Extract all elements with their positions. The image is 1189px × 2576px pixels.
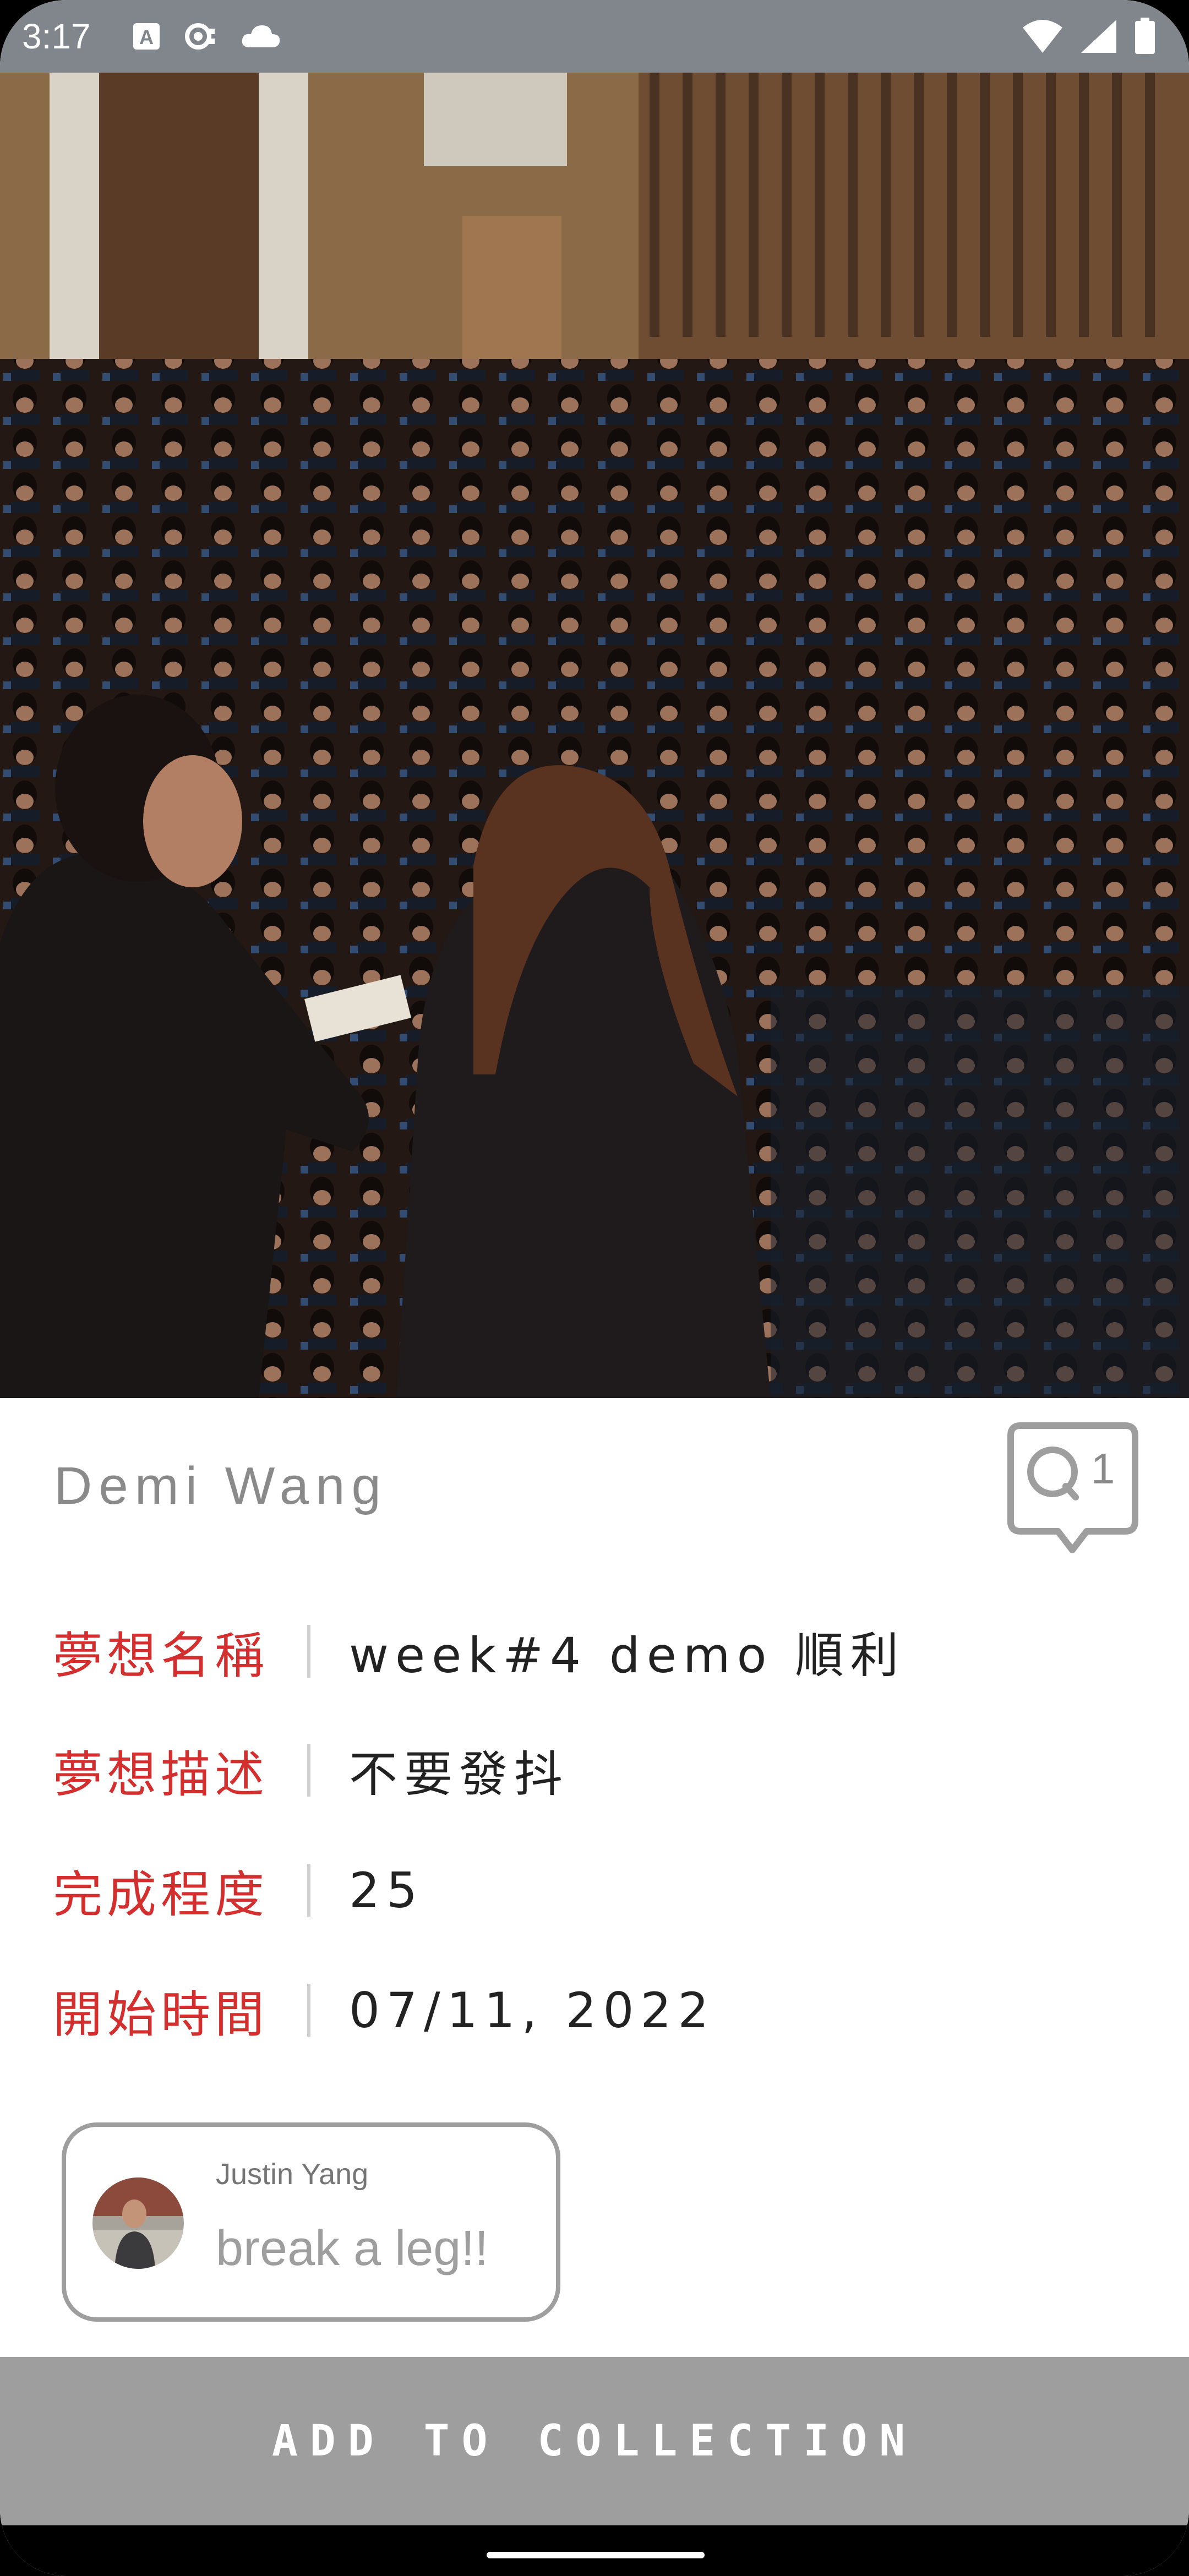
field-row-description: 夢想描述 不要發抖: [53, 1732, 569, 1809]
field-value: 不要發抖: [349, 1745, 570, 1803]
field-row-name: 夢想名稱 week#4 demo 順利: [53, 1613, 905, 1690]
sync-icon: [185, 23, 215, 50]
comment-card[interactable]: Justin Yang break a leg!!: [62, 2122, 560, 2322]
comment-author: Justin Yang: [216, 2158, 369, 2191]
field-value: 07/11, 2022: [349, 1982, 716, 2039]
field-label: 夢想名稱: [53, 1627, 269, 1685]
status-bar: 3:17 A: [0, 0, 1189, 73]
font-a-icon: A: [133, 23, 160, 50]
field-label: 開始時間: [53, 1986, 269, 2044]
svg-text:A: A: [139, 26, 154, 48]
photo-speaker-audience: [0, 73, 1189, 1398]
field-separator: [307, 1744, 310, 1797]
field-separator: [307, 1984, 310, 2037]
cloud-icon: [242, 25, 280, 47]
comment-button[interactable]: 1: [1004, 1419, 1142, 1557]
status-icons-left: A: [132, 19, 282, 54]
comment-count: 1: [1091, 1444, 1115, 1493]
navigation-bar: [0, 2525, 1189, 2576]
field-separator: [307, 1864, 310, 1917]
hero-photo: [0, 73, 1189, 1398]
field-row-progress: 完成程度 25: [53, 1852, 424, 1929]
field-row-start-date: 開始時間 07/11, 2022: [53, 1972, 716, 2049]
field-separator: [307, 1625, 310, 1678]
status-time: 3:17: [22, 17, 91, 56]
field-value: week#4 demo 順利: [349, 1627, 906, 1684]
add-to-collection-button[interactable]: ADD TO COLLECTION: [0, 2357, 1189, 2525]
field-label: 完成程度: [53, 1866, 269, 1924]
status-icons-right: [1022, 15, 1156, 57]
author-name: Demi Wang: [54, 1456, 388, 1515]
wifi-icon: [1023, 20, 1062, 53]
home-indicator[interactable]: [487, 2552, 705, 2558]
app-screen: 3:17 A Demi Wang 1 夢想名稱 week#4 demo 順利 夢…: [0, 0, 1189, 2576]
field-label: 夢想描述: [53, 1746, 269, 1804]
user-avatar-icon: [92, 2177, 184, 2269]
comment-bubble-icon: [1007, 1422, 1138, 1553]
field-value: 25: [349, 1862, 424, 1919]
signal-icon: [1081, 20, 1116, 53]
comment-text: break a leg!!: [216, 2221, 489, 2276]
add-to-collection-label: ADD TO COLLECTION: [271, 2416, 918, 2466]
battery-icon: [1135, 18, 1155, 54]
